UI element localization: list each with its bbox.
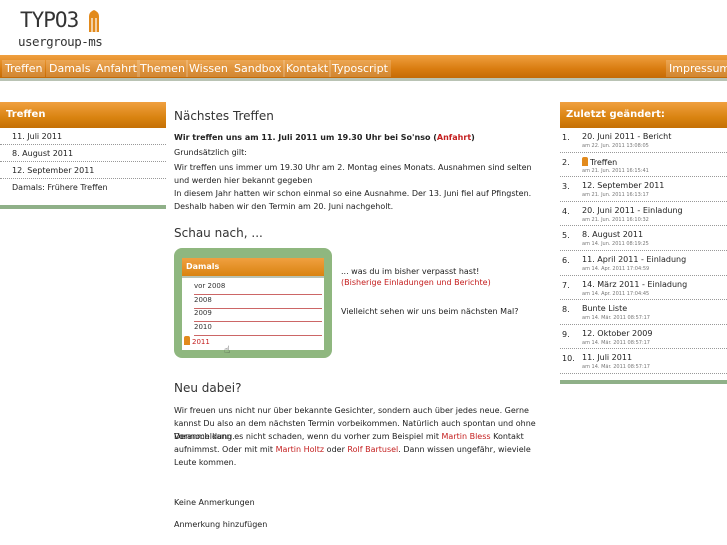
recent-change-item[interactable]: 5. 8. August 2011 am 14. Jun. 2011 08:19:2… xyxy=(560,226,727,251)
recent-change-item[interactable]: 9. 12. Oktober 2009 am 14. Mär. 2011 08:57… xyxy=(560,325,727,350)
top-navigation: Treffen Damals Anfahrt Themen Wissen San… xyxy=(0,55,727,81)
nav-wissen[interactable]: Wissen xyxy=(186,60,231,77)
item-date: am 21. Jun. 2011 16:13:17 xyxy=(582,192,649,199)
item-title-link[interactable]: 11. April 2011 - Einladung xyxy=(582,255,686,264)
paragraph: Wir treffen uns immer um 19.30 Uhr am 2.… xyxy=(174,163,532,185)
item-date: am 14. Mär. 2011 08:57:17 xyxy=(582,315,650,322)
right-sidebar-title: Zuletzt geändert: xyxy=(560,102,727,128)
left-sidebar-item[interactable]: 8. August 2011 xyxy=(0,145,166,162)
damals-panel: Damals vor 2008 2008 2009 2010 2011 ☝ xyxy=(182,258,324,356)
recent-change-item[interactable]: 1. 20. Juni 2011 - Bericht am 22. Jun. 201… xyxy=(560,128,727,153)
nav-kontakt[interactable]: Kontakt xyxy=(283,60,332,77)
logo-subtext: usergroup-ms xyxy=(18,34,103,49)
item-number: 7. xyxy=(562,280,570,290)
nav-sandbox[interactable]: Sandbox xyxy=(231,60,285,77)
left-sidebar-divider xyxy=(0,205,166,209)
item-title-link[interactable]: 12. September 2011 xyxy=(582,181,664,190)
nav-damals[interactable]: Damals xyxy=(46,60,94,77)
item-title-link[interactable]: 14. März 2011 - Einladung xyxy=(582,280,687,289)
intro-text: Wir treffen uns am 11. Juli 2011 um 19.3… xyxy=(174,133,437,142)
recent-change-item[interactable]: 4. 20. Juni 2011 - Einladung am 21. Jun. 2… xyxy=(560,202,727,227)
damals-row[interactable]: 2009 xyxy=(194,309,322,322)
item-number: 5. xyxy=(562,231,570,241)
right-sidebar-divider xyxy=(560,380,727,384)
hand-cursor-icon: ☝ xyxy=(224,345,231,356)
martin-bless-link[interactable]: Martin Bless xyxy=(442,432,491,441)
keine-anmerkungen: Keine Anmerkungen xyxy=(174,498,255,507)
damals-row-label: 2011 xyxy=(192,338,210,346)
left-sidebar-item[interactable]: 12. September 2011 xyxy=(0,162,166,179)
item-date: am 14. Apr. 2011 17:04:45 xyxy=(582,290,650,297)
einladungen-link[interactable]: (Bisherige Einladungen und Berichte) xyxy=(341,277,491,288)
nav-typoscript[interactable]: Typoscript xyxy=(329,60,391,77)
nav-treffen[interactable]: Treffen xyxy=(2,60,46,77)
damals-panel-title: Damals xyxy=(182,258,324,278)
item-date: am 14. Mär. 2011 08:57:17 xyxy=(582,339,650,346)
left-sidebar-list: 11. Juli 2011 8. August 2011 12. Septemb… xyxy=(0,128,166,196)
item-title-link[interactable]: Treffen xyxy=(582,156,618,167)
item-date: am 14. Mär. 2011 08:57:17 xyxy=(582,364,650,371)
page-title: Nächstes Treffen xyxy=(174,109,274,123)
item-title-link[interactable]: 11. Juli 2011 xyxy=(582,353,632,362)
damals-teaser[interactable]: Damals vor 2008 2008 2009 2010 2011 ☝ xyxy=(174,248,332,358)
section-title-schau: Schau nach, ... xyxy=(174,226,263,240)
recent-change-item[interactable]: 3. 12. September 2011 am 21. Jun. 2011 16:… xyxy=(560,177,727,202)
anmerkung-hinzufuegen-link[interactable]: Anmerkung hinzufügen xyxy=(174,518,544,531)
intro-end: ) xyxy=(471,133,475,142)
item-date: am 14. Apr. 2011 17:04:59 xyxy=(582,265,650,272)
contact-paragraph: Dennoch kann es nicht schaden, wenn du v… xyxy=(174,432,531,467)
was-du-text: ... was du im bisher verpasst hast! xyxy=(341,267,480,276)
vielleicht-text: Vielleicht sehen wir uns beim nächsten M… xyxy=(341,307,519,316)
paragraph: In diesem Jahr hatten wir schon einmal s… xyxy=(174,189,532,211)
item-title: Treffen xyxy=(590,157,618,167)
item-number: 8. xyxy=(562,305,570,315)
nav-themen[interactable]: Themen xyxy=(137,60,188,77)
item-number: 4. xyxy=(562,206,570,216)
logo-house-icon xyxy=(89,10,99,32)
item-date: am 22. Jun. 2011 13:08:05 xyxy=(582,143,649,149)
rolf-bartusel-link[interactable]: Rolf Bartusel xyxy=(347,445,398,454)
anfahrt-link[interactable]: Anfahrt xyxy=(437,133,471,142)
item-date: am 21. Jun. 2011 16:10:32 xyxy=(582,216,649,223)
item-number: 6. xyxy=(562,255,570,265)
recent-changes-list: 1. 20. Juni 2011 - Bericht am 22. Jun. 201… xyxy=(560,128,727,374)
intro-line: Wir treffen uns am 11. Juli 2011 um 19.3… xyxy=(174,131,544,144)
item-number: 2. xyxy=(562,157,570,167)
item-number: 10. xyxy=(562,354,575,364)
recent-change-item[interactable]: 8. Bunte Liste am 14. Mär. 2011 08:57:17 xyxy=(560,300,727,325)
recent-change-item[interactable]: 2. Treffen am 21. Jun. 2011 16:15:41 xyxy=(560,153,727,178)
paragraph: Grundsätzlich gilt: xyxy=(174,148,247,157)
item-title-link[interactable]: 12. Oktober 2009 xyxy=(582,329,652,338)
item-number: 3. xyxy=(562,182,570,192)
nav-anfahrt[interactable]: Anfahrt xyxy=(93,60,140,77)
item-title-link[interactable]: 8. August 2011 xyxy=(582,230,643,239)
site-logo[interactable]: TYPO3 usergroup-ms xyxy=(16,8,106,52)
martin-holtz-link[interactable]: Martin Holtz xyxy=(276,445,325,454)
item-date: am 21. Jun. 2011 16:15:41 xyxy=(582,167,649,174)
damals-row[interactable]: 2008 xyxy=(194,296,322,309)
house-icon xyxy=(582,156,588,166)
left-sidebar-item[interactable]: 11. Juli 2011 xyxy=(0,128,166,145)
damals-row[interactable]: vor 2008 xyxy=(194,282,322,295)
logo-text: TYPO3 xyxy=(20,8,79,32)
item-number: 9. xyxy=(562,329,570,339)
recent-change-item[interactable]: 10. 11. Juli 2011 am 14. Mär. 2011 08:57:1… xyxy=(560,349,727,374)
section-title-neu: Neu dabei? xyxy=(174,381,242,395)
item-date: am 14. Jun. 2011 08:19:25 xyxy=(582,241,649,248)
item-title-link[interactable]: 20. Juni 2011 - Einladung xyxy=(582,206,683,215)
left-sidebar-item[interactable]: Damals: Frühere Treffen xyxy=(0,179,166,196)
damals-row-active[interactable]: 2011 xyxy=(184,336,322,349)
item-title-link[interactable]: 20. Juni 2011 - Bericht xyxy=(582,132,671,141)
recent-change-item[interactable]: 7. 14. März 2011 - Einladung am 14. Apr. 2… xyxy=(560,276,727,301)
left-sidebar-title: Treffen xyxy=(0,102,166,128)
item-number: 1. xyxy=(562,133,570,142)
recent-change-item[interactable]: 6. 11. April 2011 - Einladung am 14. Apr. … xyxy=(560,251,727,276)
item-title-link[interactable]: Bunte Liste xyxy=(582,304,627,313)
nav-impressum[interactable]: Impressum xyxy=(666,60,727,77)
damals-row[interactable]: 2010 xyxy=(194,323,322,336)
house-icon xyxy=(184,336,190,345)
